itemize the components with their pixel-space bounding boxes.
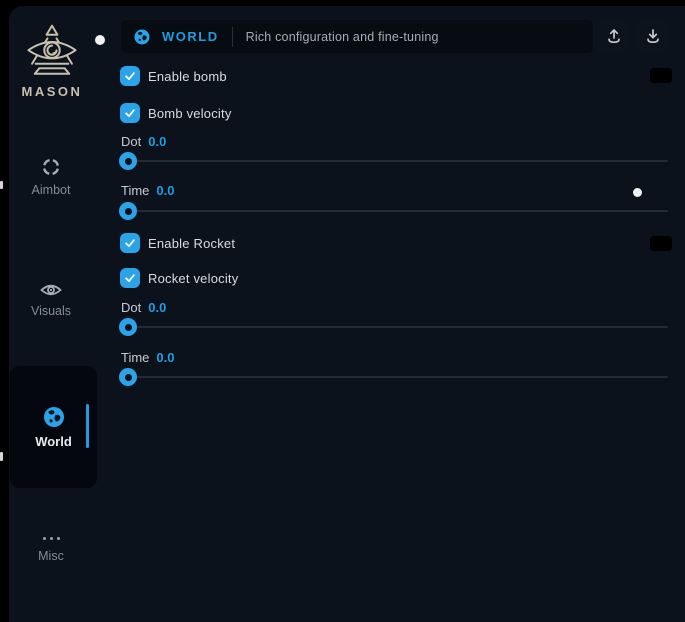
toggle-row: Rocket velocity [120,268,238,288]
slider-label-row: Time 0.0 [121,183,174,198]
rocket-time-slider-handle[interactable] [119,368,137,386]
bomb-time-slider-handle[interactable] [119,202,137,220]
upload-icon [605,27,623,45]
slider-label-row: Dot 0.0 [121,134,166,149]
slider-value: 0.0 [156,183,174,198]
globe-icon [133,28,151,46]
slider-label: Time [121,183,149,198]
slider-label-row: Dot 0.0 [121,300,166,315]
sidebar-item-label: Aimbot [11,183,91,197]
toggle-label: Enable Rocket [148,236,235,251]
check-icon [123,106,137,120]
mason-logo-icon [23,22,81,82]
slider-label-row: Time 0.0 [121,350,174,365]
rocket-color-swatch[interactable] [650,236,672,251]
enable-bomb-checkbox[interactable] [120,66,140,86]
check-icon [123,271,137,285]
upload-config-button[interactable] [598,20,630,52]
toggle-row: Bomb velocity [120,103,232,123]
check-icon [123,236,137,250]
toggle-label: Bomb velocity [148,106,232,121]
bomb-dot-slider-handle[interactable] [119,152,137,170]
crosshair-icon [11,156,91,178]
slider-value: 0.0 [156,350,174,365]
cursor-dot [95,35,105,45]
rocket-velocity-checkbox[interactable] [120,268,140,288]
toggle-row: Enable bomb [120,66,227,86]
rocket-time-slider-track[interactable] [128,376,668,378]
active-tab-indicator [86,404,89,448]
toggle-label: Rocket velocity [148,271,238,286]
slider-label: Time [121,350,149,365]
globe-icon [10,405,97,429]
sidebar-item-misc[interactable]: Misc [11,532,91,563]
bomb-velocity-checkbox[interactable] [120,103,140,123]
slider-label: Dot [121,134,141,149]
toggle-label: Enable bomb [148,69,227,84]
slider-label: Dot [121,300,141,315]
sidebar-item-label: World [10,434,97,449]
slider-value: 0.0 [148,134,166,149]
current-tab[interactable]: WORLD [133,28,219,46]
sidebar-item-label: Misc [11,549,91,563]
page-title: WORLD [162,29,219,44]
sidebar-item-label: Visuals [11,304,91,318]
background-speck [0,181,3,189]
bomb-color-swatch[interactable] [650,68,672,83]
sidebar-item-aimbot[interactable]: Aimbot [11,156,91,197]
header-divider [232,27,233,47]
sidebar-item-world[interactable]: World [10,366,97,488]
cursor-dot [633,188,642,197]
toggle-row: Enable Rocket [120,233,235,253]
sidebar-item-visuals[interactable]: Visuals [11,281,91,318]
bomb-time-slider-track[interactable] [128,210,668,212]
rocket-dot-slider-track[interactable] [128,326,668,328]
check-icon [123,69,137,83]
download-icon [644,27,662,45]
app-window [9,6,685,622]
rocket-dot-slider-handle[interactable] [119,318,137,336]
download-config-button[interactable] [637,20,669,52]
eye-icon [11,281,91,299]
page-subtitle: Rich configuration and fine-tuning [246,30,439,44]
bomb-dot-slider-track[interactable] [128,160,668,162]
page-header: WORLD Rich configuration and fine-tuning [121,20,593,53]
slider-value: 0.0 [148,300,166,315]
brand-name: MASON [14,84,90,99]
background-speck [0,452,3,461]
ellipsis-icon [11,532,91,544]
enable-rocket-checkbox[interactable] [120,233,140,253]
